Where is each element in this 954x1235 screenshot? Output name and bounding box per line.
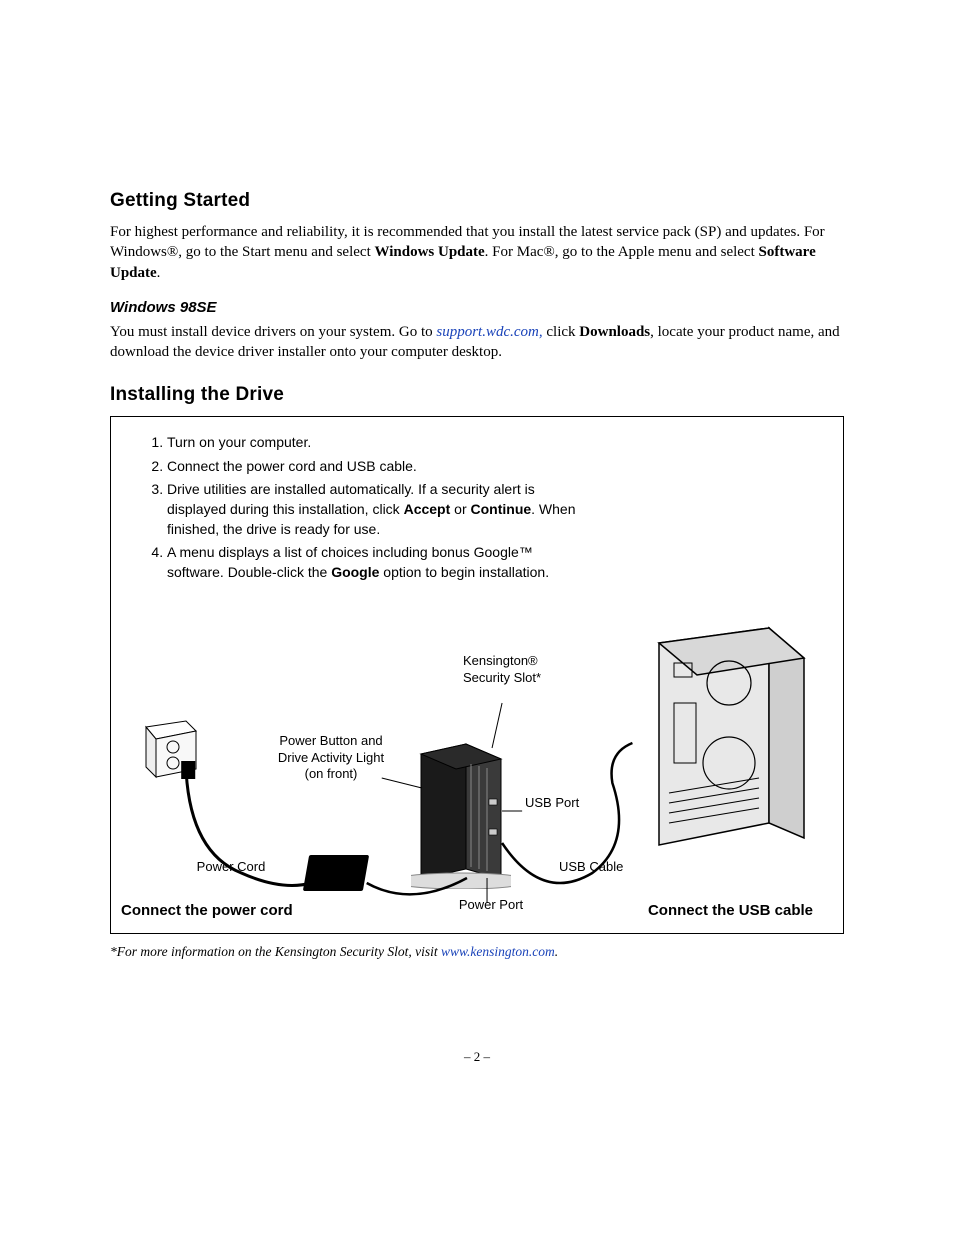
text-bold: Downloads <box>579 324 650 340</box>
cables-icon <box>111 643 843 933</box>
label-power-button: Power Button and Drive Activity Light (o… <box>271 733 391 782</box>
label-connect-power: Connect the power cord <box>121 902 293 919</box>
getting-started-paragraph: For highest performance and reliability,… <box>110 222 844 283</box>
install-steps-list: Turn on your computer. Connect the power… <box>135 433 577 582</box>
text: or <box>450 501 470 517</box>
text: click <box>543 324 580 340</box>
label-connect-usb: Connect the USB cable <box>648 902 813 919</box>
label-usb-cable: USB Cable <box>559 859 623 875</box>
subheading-windows-98se: Windows 98SE <box>110 299 844 316</box>
heading-getting-started: Getting Started <box>110 190 844 212</box>
text-bold: Google <box>331 564 379 580</box>
step-4: A menu displays a list of choices includ… <box>167 543 577 582</box>
text: . <box>157 265 161 281</box>
label-usb-port: USB Port <box>525 795 579 811</box>
page-number: – 2 – <box>0 1049 954 1065</box>
text: You must install device drivers on your … <box>110 324 436 340</box>
step-1: Turn on your computer. <box>167 433 577 453</box>
step-2: Connect the power cord and USB cable. <box>167 457 577 477</box>
installation-box: Turn on your computer. Connect the power… <box>110 416 844 934</box>
text-bold: Windows Update <box>375 244 485 260</box>
windows-98se-paragraph: You must install device drivers on your … <box>110 322 844 363</box>
text: option to begin installation. <box>379 564 549 580</box>
label-kensington-slot: Kensington® Security Slot* <box>463 653 553 686</box>
text: *For more information on the Kensington … <box>110 944 441 959</box>
footnote: *For more information on the Kensington … <box>110 944 844 960</box>
text-bold: Continue <box>471 501 532 517</box>
heading-installing-drive: Installing the Drive <box>110 384 844 406</box>
step-3: Drive utilities are installed automatica… <box>167 480 577 539</box>
text-bold: Accept <box>404 501 451 517</box>
text: . <box>555 944 558 959</box>
connection-diagram: Kensington® Security Slot* Power Button … <box>111 643 843 933</box>
link-support-wdc[interactable]: support.wdc.com, <box>436 324 542 340</box>
text: . For Mac®, go to the Apple menu and sel… <box>485 244 759 260</box>
label-power-port: Power Port <box>451 897 531 913</box>
link-kensington[interactable]: www.kensington.com <box>441 944 555 959</box>
label-power-cord: Power Cord <box>191 859 271 875</box>
